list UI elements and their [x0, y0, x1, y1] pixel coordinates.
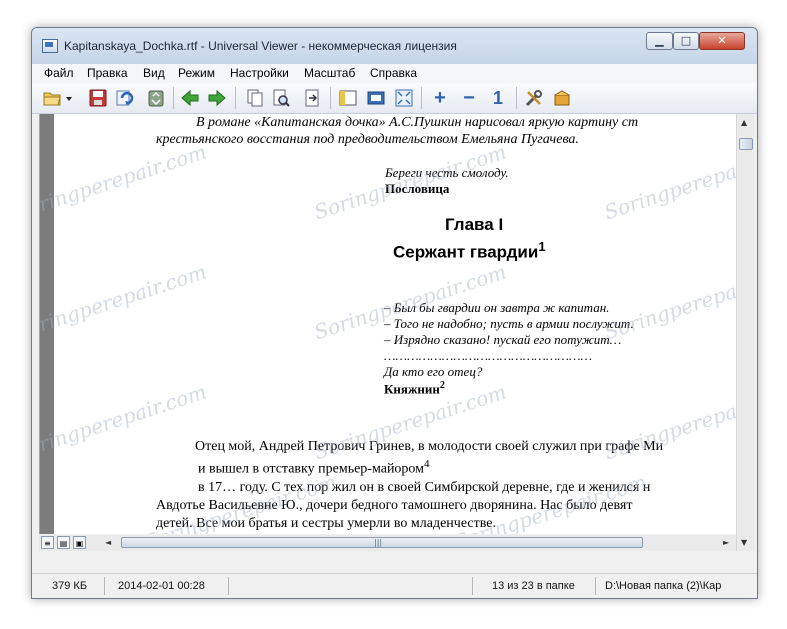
- status-path: D:\Новая папка (2)\Кар: [605, 580, 722, 592]
- toolbar-separator: [235, 87, 236, 109]
- chapter-subtitle: Сержант гвардии1: [393, 239, 546, 262]
- menu-bar: Файл Правка Вид Режим Настройки Масштаб …: [32, 64, 757, 83]
- reload-icon[interactable]: [114, 88, 134, 108]
- status-separator: [228, 577, 229, 595]
- view-text-button[interactable]: ≡: [41, 536, 54, 549]
- forward-icon[interactable]: [207, 88, 227, 108]
- scroll-grip: |||: [374, 538, 383, 547]
- verse-line: – Того не надобно; пусть в армии послужи…: [384, 316, 634, 331]
- verse-line: – Был бы гвардии он завтра ж капитан.: [384, 300, 610, 315]
- recycle-icon[interactable]: [146, 88, 166, 108]
- watermark: Soringperepair.com: [39, 259, 210, 345]
- menu-edit[interactable]: Правка: [87, 66, 128, 80]
- horizontal-scroll-row: ≡ ▤ ▣ ◄ ||| ►: [39, 535, 736, 551]
- status-separator: [595, 577, 596, 595]
- watermark: Soringperepair.com: [39, 379, 210, 465]
- scroll-right-arrow[interactable]: ►: [723, 538, 729, 547]
- save-icon[interactable]: [88, 88, 108, 108]
- export-icon[interactable]: [302, 88, 322, 108]
- paragraph-line: детей. Все мои братья и сестры умерли во…: [156, 516, 496, 531]
- dropdown-icon[interactable]: [64, 88, 74, 108]
- toolbar-separator: [421, 87, 422, 109]
- horizontal-scroll-thumb[interactable]: |||: [121, 537, 643, 548]
- footnote-ref[interactable]: 2: [440, 380, 445, 391]
- page-margin: [40, 114, 54, 534]
- verse-line: – Изрядно сказано! пускай его потужит…: [384, 332, 622, 347]
- view-page-button[interactable]: ▤: [57, 536, 70, 549]
- toolbar: + − 1: [32, 83, 757, 114]
- status-position: 13 из 23 в папке: [492, 580, 575, 592]
- paragraph-line: и вышел в отставку премьер-майором4: [198, 458, 430, 477]
- verse-line: ………………………………………………: [384, 348, 593, 363]
- menu-settings[interactable]: Настройки: [230, 66, 289, 80]
- menu-zoom[interactable]: Масштаб: [304, 66, 355, 80]
- back-icon[interactable]: [180, 88, 200, 108]
- status-separator: [104, 577, 105, 595]
- scroll-up-arrow[interactable]: ▲: [741, 118, 747, 127]
- epigraph-source: Княжнин2: [384, 380, 445, 397]
- maximize-button[interactable]: □: [673, 32, 699, 50]
- menu-view[interactable]: Вид: [143, 66, 165, 80]
- app-window: Kapitanskaya_Dochka.rtf - Universal View…: [31, 27, 758, 599]
- copy-icon[interactable]: [245, 88, 265, 108]
- zoom-out-icon[interactable]: −: [459, 88, 479, 108]
- scroll-left-arrow[interactable]: ◄: [105, 538, 111, 547]
- toolbar-separator: [516, 87, 517, 109]
- fullscreen-icon[interactable]: [394, 88, 414, 108]
- scroll-down-arrow[interactable]: ▼: [741, 538, 747, 547]
- doc-intro-line: В романе «Капитанская дочка» А.С.Пушкин …: [196, 115, 639, 130]
- document-view[interactable]: В романе «Капитанская дочка» А.С.Пушкин …: [39, 114, 737, 534]
- close-button[interactable]: ✕: [699, 32, 745, 50]
- find-icon[interactable]: [271, 88, 291, 108]
- status-file-date: 2014-02-01 00:28: [118, 580, 205, 592]
- toolbar-separator: [173, 87, 174, 109]
- vertical-scrollbar[interactable]: ▲ ▼: [736, 114, 754, 551]
- media-icon[interactable]: [366, 88, 386, 108]
- view-image-button[interactable]: ▣: [73, 536, 86, 549]
- status-bar: 379 КБ 2014-02-01 00:28 13 из 23 в папке…: [32, 573, 757, 598]
- view-mode-icon[interactable]: [338, 88, 358, 108]
- zoom-in-icon[interactable]: +: [430, 88, 450, 108]
- watermark: Soringperepair.com: [601, 139, 737, 225]
- status-file-size: 379 КБ: [52, 580, 88, 592]
- footnote-ref[interactable]: 1: [538, 239, 545, 254]
- watermark: Soringperepair.com: [39, 139, 210, 225]
- zoom-original-icon[interactable]: 1: [488, 88, 508, 108]
- epigraph-source: Пословица: [385, 181, 450, 196]
- chapter-title: Глава I: [445, 215, 504, 234]
- tools-icon[interactable]: [524, 88, 544, 108]
- paragraph-line: Отец мой, Андрей Петрович Гринев, в моло…: [195, 439, 664, 454]
- app-icon: [42, 39, 58, 53]
- menu-help[interactable]: Справка: [370, 66, 417, 80]
- plugins-icon[interactable]: [552, 88, 572, 108]
- epigraph-text: Береги честь смолоду.: [385, 165, 509, 180]
- footnote-ref[interactable]: 4: [424, 458, 430, 470]
- window-title: Kapitanskaya_Dochka.rtf - Universal View…: [64, 39, 457, 53]
- title-bar[interactable]: Kapitanskaya_Dochka.rtf - Universal View…: [32, 28, 757, 64]
- minimize-button[interactable]: ▁: [646, 32, 673, 50]
- menu-file[interactable]: Файл: [44, 66, 74, 80]
- paragraph-line: в 17… году. С тех пор жил он в своей Сим…: [198, 480, 651, 495]
- menu-mode[interactable]: Режим: [178, 66, 215, 80]
- verse-line: Да кто его отец?: [384, 364, 483, 379]
- paragraph-line: Авдотье Васильевне Ю., дочери бедного та…: [156, 498, 633, 513]
- status-separator: [472, 577, 473, 595]
- open-icon[interactable]: [42, 88, 62, 108]
- toolbar-separator: [330, 87, 331, 109]
- doc-intro-line: крестьянского восстания под предводитель…: [156, 132, 579, 147]
- vertical-scroll-thumb[interactable]: [739, 138, 753, 150]
